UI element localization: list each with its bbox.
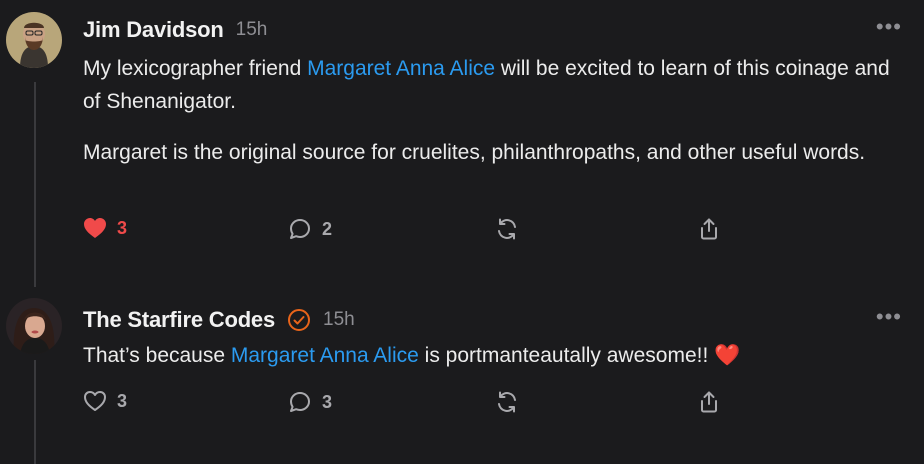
mention-link[interactable]: Margaret Anna Alice <box>231 344 419 367</box>
share-icon <box>701 218 717 240</box>
mention-link[interactable]: Margaret Anna Alice <box>307 57 495 80</box>
more-options-icon[interactable]: ••• <box>876 306 902 328</box>
restack-icon <box>498 218 516 240</box>
restack-button[interactable] <box>495 390 519 414</box>
comment-header: Jim Davidson 15h <box>83 14 267 46</box>
timestamp[interactable]: 15h <box>323 309 355 331</box>
heart-outline-icon <box>84 391 106 411</box>
reply-count: 3 <box>322 391 333 412</box>
like-button[interactable]: 3 <box>83 217 127 239</box>
reply-button[interactable]: 3 <box>288 390 332 414</box>
comment-paragraph: Margaret is the original source for crue… <box>83 141 866 164</box>
like-count: 3 <box>117 217 128 238</box>
share-icon <box>701 391 717 413</box>
more-options-icon[interactable]: ••• <box>876 16 902 38</box>
reply-count: 2 <box>322 218 333 239</box>
comment-header: The Starfire Codes 15h <box>83 304 355 336</box>
avatar[interactable] <box>6 12 62 68</box>
comment-paragraph: My lexicographer friend Margaret Anna Al… <box>83 57 890 113</box>
timestamp[interactable]: 15h <box>236 19 268 41</box>
comment-bubble-icon <box>290 392 310 412</box>
comment-actions: 3 3 <box>83 390 743 420</box>
heart-filled-icon <box>84 218 106 238</box>
like-count: 3 <box>117 390 128 411</box>
restack-icon <box>498 391 516 413</box>
verified-badge-icon <box>288 309 311 331</box>
author-name[interactable]: Jim Davidson <box>83 17 224 43</box>
comment-body: That’s because Margaret Anna Alice is po… <box>83 339 903 372</box>
comment-body: My lexicographer friend Margaret Anna Al… <box>83 52 903 169</box>
share-button[interactable] <box>698 217 720 241</box>
comment-paragraph: That’s because Margaret Anna Alice is po… <box>83 344 741 367</box>
comment-actions: 3 2 <box>83 217 743 247</box>
reply-button[interactable]: 2 <box>288 217 332 241</box>
share-button[interactable] <box>698 390 720 414</box>
thread-line <box>34 82 36 287</box>
like-button[interactable]: 3 <box>83 390 127 412</box>
avatar[interactable] <box>6 298 62 354</box>
author-name[interactable]: The Starfire Codes <box>83 307 275 333</box>
thread-line <box>34 360 36 464</box>
comment-bubble-icon <box>290 219 310 239</box>
restack-button[interactable] <box>495 217 519 241</box>
